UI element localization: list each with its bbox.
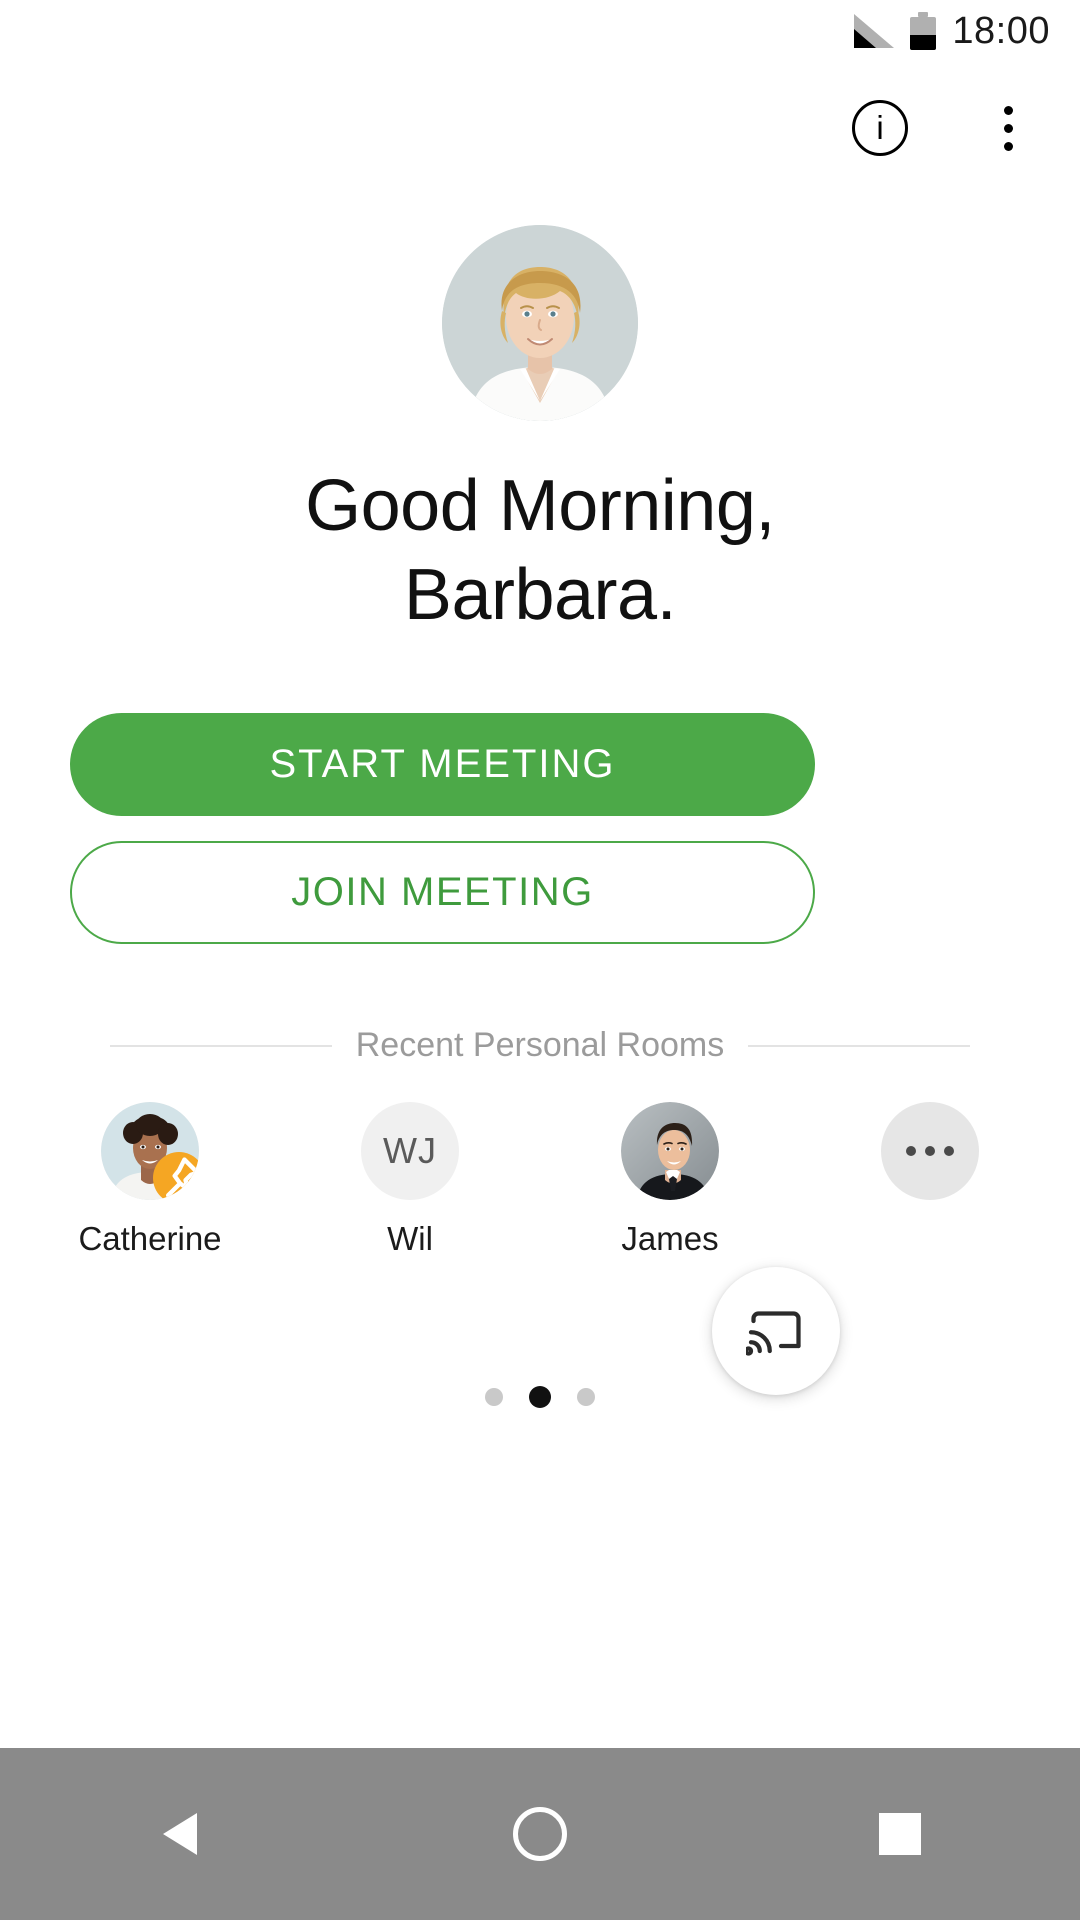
greeting-line-1: Good Morning, — [305, 466, 775, 546]
more-rooms-button[interactable] — [881, 1102, 979, 1200]
start-meeting-button[interactable]: START MEETING — [70, 713, 815, 816]
recent-rooms-list: Catherine WJ Wil James — [70, 1102, 1010, 1258]
pushpin-icon — [166, 1157, 199, 1198]
room-avatar — [101, 1102, 199, 1200]
room-name: James — [621, 1220, 719, 1257]
avatar-photo-illustration — [442, 225, 638, 421]
profile-avatar-container — [0, 225, 1080, 421]
page-dot-1[interactable] — [485, 1388, 503, 1406]
divider-left — [110, 1044, 332, 1047]
room-item-more[interactable] — [850, 1102, 1010, 1258]
room-avatar — [621, 1102, 719, 1200]
main-content: Good Morning, Barbara. START MEETING JOI… — [0, 0, 1080, 1920]
room-name: Wil — [387, 1220, 433, 1257]
pinned-badge — [153, 1152, 199, 1200]
room-item-catherine[interactable]: Catherine — [70, 1102, 230, 1258]
ellipsis-icon — [906, 1146, 954, 1156]
avatar[interactable] — [442, 225, 638, 421]
screen-cast-icon — [746, 1311, 801, 1356]
james-avatar-photo — [621, 1102, 719, 1200]
room-item-james[interactable]: James — [590, 1102, 750, 1258]
recent-rooms-title: Recent Personal Rooms — [355, 1026, 725, 1064]
system-navigation-bar — [0, 1748, 1080, 1920]
nav-back-button[interactable] — [0, 1813, 360, 1855]
nav-recents-button[interactable] — [720, 1813, 1080, 1855]
room-avatar: WJ — [361, 1102, 459, 1200]
page-indicator — [0, 1386, 1080, 1408]
cast-screen-button[interactable] — [712, 1267, 840, 1395]
greeting-text: Good Morning, Barbara. — [0, 462, 1080, 641]
room-item-wil[interactable]: WJ Wil — [330, 1102, 490, 1258]
recents-icon — [879, 1813, 921, 1855]
greeting-line-2: Barbara. — [403, 555, 677, 636]
back-icon — [163, 1813, 197, 1855]
recent-rooms-section-header: Recent Personal Rooms — [110, 1026, 971, 1065]
divider-right — [748, 1044, 971, 1047]
room-name: Catherine — [78, 1220, 222, 1257]
page-dot-3[interactable] — [577, 1388, 595, 1406]
home-icon — [513, 1807, 567, 1861]
nav-home-button[interactable] — [360, 1807, 720, 1861]
avatar-initials: WJ — [383, 1130, 437, 1171]
join-meeting-button[interactable]: JOIN MEETING — [70, 841, 815, 944]
page-dot-2-active[interactable] — [529, 1386, 551, 1408]
